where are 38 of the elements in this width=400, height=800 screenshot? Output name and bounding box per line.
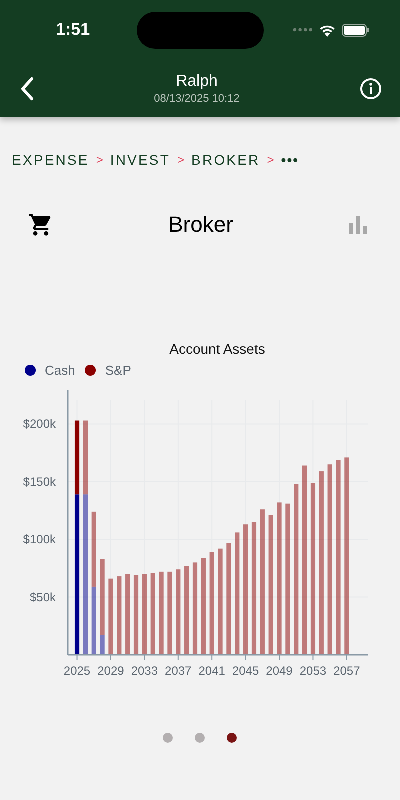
bar[interactable] <box>74 420 80 495</box>
breadcrumb-link[interactable]: INVEST <box>110 152 171 168</box>
x-tick-label: 2029 <box>98 664 124 678</box>
x-tick-label: 2053 <box>300 664 327 678</box>
x-tick-label: 2049 <box>266 664 293 678</box>
x-tick-label: 2041 <box>198 664 226 678</box>
bar[interactable] <box>74 494 80 655</box>
page-dot[interactable] <box>163 733 173 743</box>
wifi-icon <box>319 24 336 36</box>
x-tick-label: 2057 <box>334 664 360 678</box>
y-tick-label: $100k <box>23 532 56 547</box>
x-tick-label: 2033 <box>131 664 158 678</box>
breadcrumb-link[interactable]: BROKER <box>192 152 260 168</box>
breadcrumb-link[interactable]: EXPENSE <box>12 152 90 168</box>
y-tick-label: $50k <box>30 590 56 604</box>
legend-label: S&P <box>105 363 132 378</box>
legend-label: Cash <box>45 363 76 378</box>
more-link[interactable]: ••• <box>281 152 300 168</box>
breadcrumb-separator: > <box>178 153 185 167</box>
status-time: 1:51 <box>56 20 90 40</box>
back-icon[interactable] <box>20 76 34 100</box>
chart-title: Account Assets <box>168 341 266 357</box>
info-icon[interactable] <box>360 78 382 100</box>
breadcrumb-separator: > <box>96 153 104 167</box>
x-tick-label: 2045 <box>232 664 260 678</box>
battery-icon <box>342 24 370 36</box>
y-tick-label: $200k <box>23 417 56 432</box>
y-tick-label: $150k <box>23 474 56 489</box>
nav-title: Ralph <box>176 72 218 90</box>
x-tick-label: 2025 <box>64 664 91 678</box>
bar-chart-icon[interactable] <box>348 216 368 234</box>
page-dot[interactable] <box>227 733 237 743</box>
breadcrumb-separator: > <box>267 153 274 167</box>
page-dot[interactable] <box>195 733 205 743</box>
x-tick-label: 2037 <box>165 664 192 678</box>
nav-subtitle: 08/13/2025 10:12 <box>154 92 240 104</box>
signal-icon <box>293 28 313 32</box>
page-title: Broker <box>168 212 234 238</box>
